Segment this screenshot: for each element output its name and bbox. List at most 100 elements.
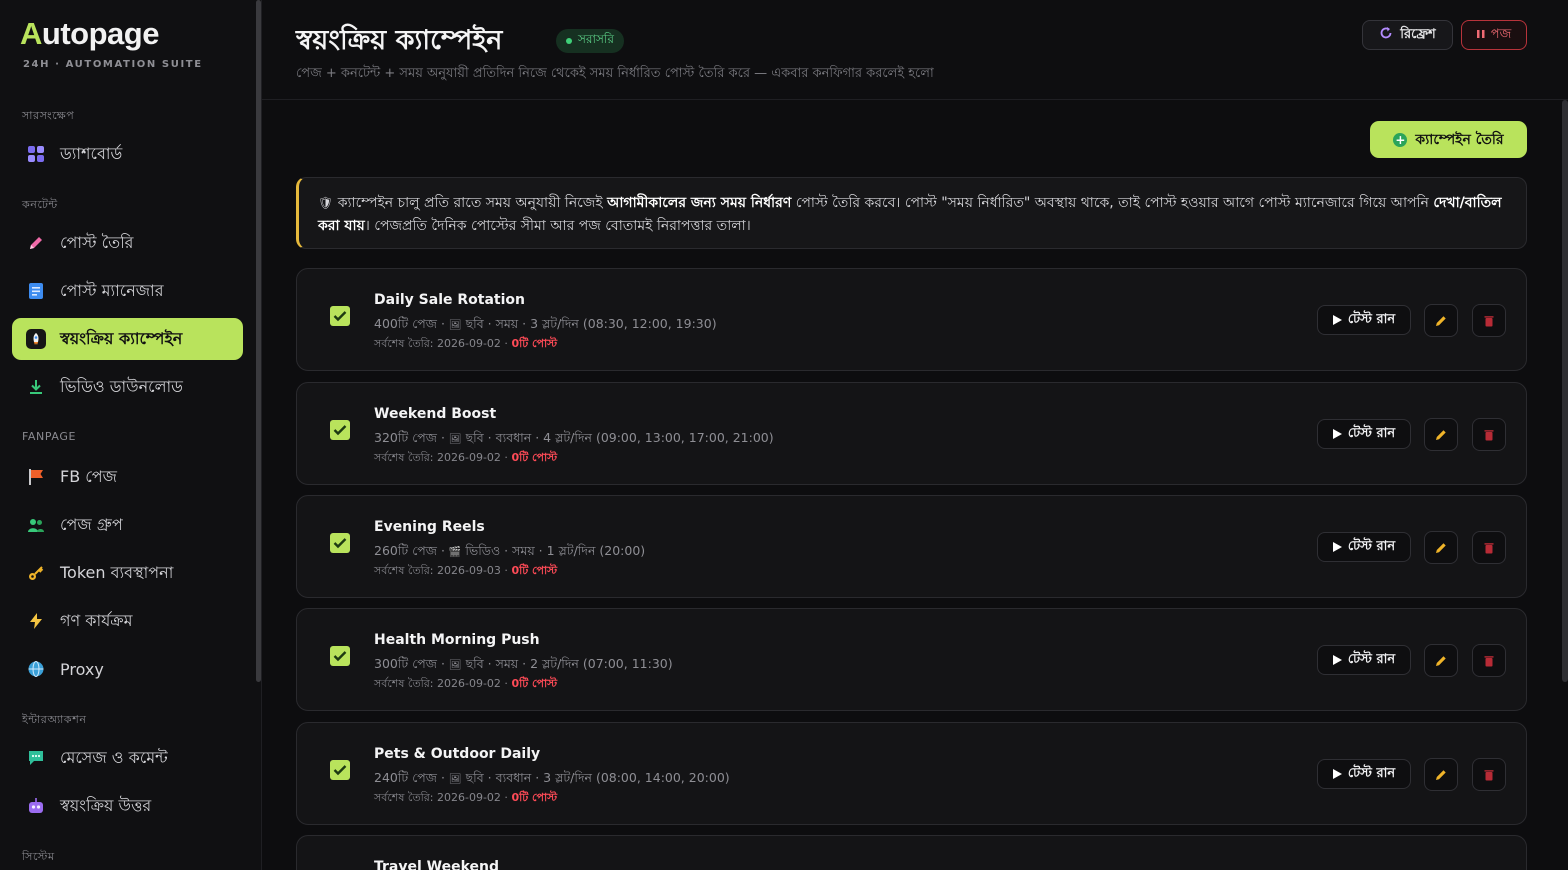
campaign-enabled-checkbox[interactable]	[330, 760, 350, 780]
delete-button[interactable]	[1472, 418, 1506, 451]
sidebar-item-messages-comments[interactable]: মেসেজ ও কমেন্ট	[12, 737, 243, 779]
flag-icon	[26, 467, 46, 487]
campaign-name: Travel Weekend	[374, 859, 500, 870]
sidebar-item-auto-reply[interactable]: স্বয়ংক্রিয় উত্তর	[12, 785, 243, 827]
test-run-button[interactable]: টেস্ট রান	[1317, 645, 1411, 675]
sidebar-item-bulk-actions[interactable]: গণ কার্যক্রম	[12, 600, 243, 642]
delete-button[interactable]	[1472, 758, 1506, 791]
test-run-button[interactable]: টেস্ট রান	[1317, 759, 1411, 789]
sidebar: Autopage 24H · AUTOMATION SUITE সারসংক্ষ…	[0, 0, 262, 870]
play-icon	[1332, 769, 1342, 779]
delete-button[interactable]	[1472, 304, 1506, 337]
pause-icon	[1476, 28, 1485, 43]
image-icon: 🖼	[448, 320, 462, 331]
key-icon	[26, 563, 46, 583]
sidebar-section-system: সিস্টেম	[22, 850, 55, 863]
sidebar-section-fanpage: FANPAGE	[22, 430, 77, 443]
delete-button[interactable]	[1472, 644, 1506, 677]
robot-icon	[26, 796, 46, 816]
sidebar-item-proxy[interactable]: Proxy	[12, 648, 243, 690]
campaign-meta: 300টি পেজ · 🖼 ছবি · সময় · 2 স্লট/দিন (0…	[374, 656, 673, 671]
campaign-last-created: সর্বশেষ তৈরি: 2026-09-02 · 0টি পোস্ট	[374, 337, 558, 350]
trash-icon	[1484, 655, 1494, 666]
sidebar-item-label: ড্যাশবোর্ড	[60, 143, 123, 163]
sidebar-item-token-management[interactable]: Token ব্যবস্থাপনা	[12, 552, 243, 594]
sidebar-item-post-manager[interactable]: পোস্ট ম্যানেজার	[12, 270, 243, 312]
campaign-meta: 320টি পেজ · 🖼 ছবি · ব্যবধান · 4 স্লট/দিন…	[374, 430, 774, 445]
campaign-card: Health Morning Push 300টি পেজ · 🖼 ছবি · …	[296, 608, 1527, 711]
pencil-icon	[1436, 315, 1446, 326]
campaign-enabled-checkbox[interactable]	[330, 646, 350, 666]
sidebar-item-dashboard[interactable]: ড্যাশবোর্ড	[12, 133, 243, 175]
trash-icon	[1484, 315, 1494, 326]
sidebar-section-overview: সারসংক্ষেপ	[22, 109, 75, 122]
sidebar-section-content: কনটেন্ট	[22, 198, 58, 211]
campaign-enabled-checkbox[interactable]	[330, 306, 350, 326]
sidebar-item-label: মেসেজ ও কমেন্ট	[60, 747, 168, 767]
main-scrollbar[interactable]	[1562, 100, 1568, 682]
sidebar-item-label: পোস্ট তৈরি	[60, 232, 134, 252]
edit-button[interactable]	[1424, 644, 1458, 677]
globe-icon	[26, 659, 46, 679]
campaign-name: Weekend Boost	[374, 406, 497, 422]
sidebar-item-label: পোস্ট ম্যানেজার	[60, 280, 164, 300]
sidebar-scrollbar[interactable]	[256, 0, 261, 682]
test-run-button[interactable]: টেস্ট রান	[1317, 532, 1411, 562]
brand-logo[interactable]: Autopage	[20, 16, 159, 52]
campaign-enabled-checkbox[interactable]	[330, 533, 350, 553]
campaign-meta: 400টি পেজ · 🖼 ছবি · সময় · 3 স্লট/দিন (0…	[374, 316, 717, 331]
image-icon: 🖼	[448, 774, 462, 785]
delete-button[interactable]	[1472, 531, 1506, 564]
campaign-name: Evening Reels	[374, 519, 485, 535]
refresh-icon	[1379, 26, 1393, 44]
campaign-card: Pets & Outdoor Daily 240টি পেজ · 🖼 ছবি ·…	[296, 722, 1527, 825]
sidebar-item-fb-pages[interactable]: FB পেজ	[12, 456, 243, 498]
sidebar-item-label: স্বয়ংক্রিয় ক্যাম্পেইন	[60, 328, 183, 348]
campaign-card: Weekend Boost 320টি পেজ · 🖼 ছবি · ব্যবধা…	[296, 382, 1527, 485]
clapper-icon: 🎬	[448, 547, 462, 558]
chat-icon	[26, 748, 46, 768]
users-icon	[26, 515, 46, 535]
page-header: স্বয়ংক্রিয় ক্যাম্পেইন সরাসরি পেজ + কনট…	[262, 0, 1568, 100]
sidebar-item-page-groups[interactable]: পেজ গ্রুপ	[12, 504, 243, 546]
refresh-button[interactable]: রিফ্রেশ	[1362, 20, 1453, 50]
sidebar-item-video-download[interactable]: ভিডিও ডাউনলোড	[12, 366, 243, 408]
edit-button[interactable]	[1424, 418, 1458, 451]
campaign-name: Health Morning Push	[374, 632, 540, 648]
sidebar-item-create-post[interactable]: পোস্ট তৈরি	[12, 222, 243, 264]
sidebar-section-interaction: ইন্টারঅ্যাকশন	[22, 713, 87, 726]
pause-button[interactable]: পজ	[1461, 20, 1527, 50]
play-icon	[1332, 542, 1342, 552]
pencil-icon	[26, 233, 46, 253]
trash-icon	[1484, 542, 1494, 553]
pencil-icon	[1436, 769, 1446, 780]
page-title: স্বয়ংক্রিয় ক্যাম্পেইন	[296, 25, 503, 56]
sidebar-item-label: স্বয়ংক্রিয় উত্তর	[60, 795, 152, 815]
sidebar-item-label: পেজ গ্রুপ	[60, 514, 123, 534]
test-run-button[interactable]: টেস্ট রান	[1317, 419, 1411, 449]
campaign-card: Travel Weekend	[296, 835, 1527, 870]
campaign-enabled-checkbox[interactable]	[330, 420, 350, 440]
play-icon	[1332, 655, 1342, 665]
sidebar-item-label: Token ব্যবস্থাপনা	[60, 562, 174, 582]
create-campaign-button[interactable]: + ক্যাম্পেইন তৈরি	[1370, 121, 1527, 158]
trash-icon	[1484, 769, 1494, 780]
sidebar-item-label: Proxy	[60, 659, 104, 679]
campaign-name: Daily Sale Rotation	[374, 292, 525, 308]
sidebar-item-auto-campaign[interactable]: স্বয়ংক্রিয় ক্যাম্পেইন	[12, 318, 243, 360]
campaign-meta: 240টি পেজ · 🖼 ছবি · ব্যবধান · 3 স্লট/দিন…	[374, 770, 730, 785]
info-notice: 🛡 ক্যাম্পেইন চালু প্রতি রাতে সময় অনুযায…	[296, 177, 1527, 249]
edit-button[interactable]	[1424, 531, 1458, 564]
pencil-icon	[1436, 542, 1446, 553]
edit-button[interactable]	[1424, 758, 1458, 791]
check-icon	[333, 425, 347, 436]
campaign-name: Pets & Outdoor Daily	[374, 746, 541, 762]
edit-button[interactable]	[1424, 304, 1458, 337]
trash-icon	[1484, 429, 1494, 440]
grid-icon	[26, 144, 46, 164]
test-run-button[interactable]: টেস্ট রান	[1317, 305, 1411, 335]
live-dot-icon	[566, 38, 572, 44]
check-icon	[333, 311, 347, 322]
brand-tagline: 24H · AUTOMATION SUITE	[23, 59, 203, 70]
image-icon: 🖼	[448, 434, 462, 445]
